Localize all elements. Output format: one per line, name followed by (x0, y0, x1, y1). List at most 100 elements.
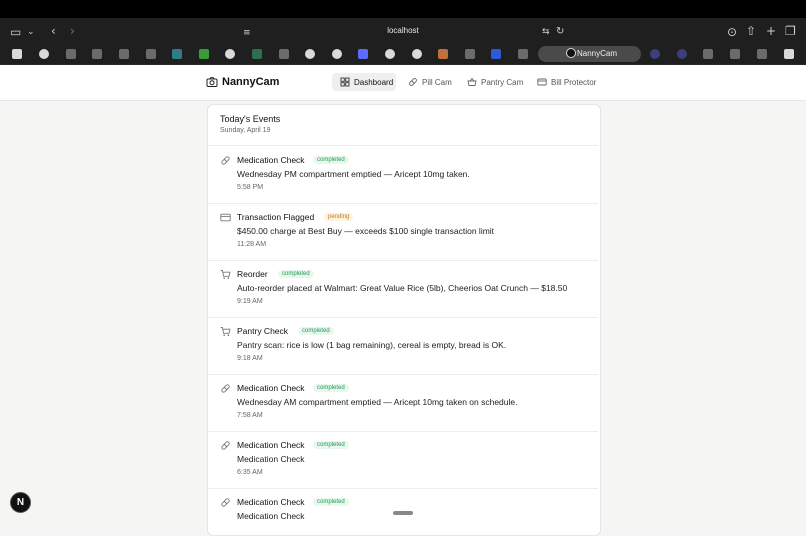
event-title: Reorder (237, 269, 268, 279)
pill-icon (221, 384, 230, 393)
nav-dashboard[interactable]: Dashboard (332, 73, 396, 91)
cart-icon (220, 270, 231, 279)
share-icon[interactable]: ⇧ (746, 25, 756, 37)
reload-icon[interactable]: ↻ (556, 26, 564, 38)
tab-favicon[interactable] (385, 49, 395, 59)
os-menubar (0, 0, 806, 18)
tab-favicon[interactable] (12, 49, 22, 59)
card-icon (537, 78, 547, 86)
events-title: Today's Events (220, 114, 281, 124)
status-badge: completed (313, 441, 349, 449)
tab-favicon[interactable] (39, 49, 49, 59)
tab-favicon[interactable] (518, 49, 528, 59)
tab-favicon[interactable] (784, 49, 794, 59)
pill-icon (221, 498, 230, 507)
tab-favicon[interactable] (757, 49, 767, 59)
tab-favicon[interactable] (650, 49, 660, 59)
download-icon[interactable]: ⊙ (727, 26, 737, 38)
cart-icon (220, 327, 231, 336)
divider (208, 145, 598, 146)
row-divider (208, 488, 598, 489)
event-time: 11:28 AM (237, 241, 267, 248)
pill-icon (221, 441, 230, 450)
nav-label: Pill Cam (422, 77, 452, 87)
tab-favicon[interactable] (332, 49, 342, 59)
nav-label: Dashboard (354, 77, 394, 87)
row-divider (208, 431, 598, 432)
nav-pill-cam[interactable]: Pill Cam (400, 73, 456, 91)
tab-favicon[interactable] (358, 49, 368, 59)
tab-favicon[interactable] (199, 49, 209, 59)
card-icon (220, 213, 231, 222)
camera-icon (206, 77, 218, 87)
status-badge: completed (313, 498, 349, 506)
scroll-indicator (393, 511, 413, 515)
tab-favicon[interactable] (119, 49, 129, 59)
event-time: 5:58 PM (237, 184, 264, 191)
tab-overview-icon[interactable]: ❐ (785, 25, 796, 37)
status-badge: completed (313, 156, 349, 164)
app-brand[interactable]: NannyCam (222, 76, 279, 88)
event-title: Medication Check (237, 155, 305, 165)
tab-favicon[interactable] (92, 49, 102, 59)
tab-favicon[interactable] (305, 49, 315, 59)
event-time: 9:19 AM (237, 298, 263, 305)
event-time: 6:35 AM (237, 469, 263, 476)
tab-favicon[interactable] (225, 49, 235, 59)
event-description: Wednesday AM compartment emptied — Arice… (237, 397, 518, 407)
tab-favicon[interactable] (438, 49, 448, 59)
tab-favicon[interactable] (172, 49, 182, 59)
status-badge: completed (278, 270, 314, 278)
event-title: Medication Check (237, 497, 305, 507)
tab-favicon[interactable] (412, 49, 422, 59)
status-badge: completed (313, 384, 349, 392)
tab-favicon[interactable] (730, 49, 740, 59)
tab-favicon[interactable] (146, 49, 156, 59)
tab-favicon[interactable] (279, 49, 289, 59)
back-icon[interactable]: ‹ (51, 25, 56, 37)
event-title: Medication Check (237, 440, 305, 450)
grid-icon (340, 77, 350, 87)
row-divider (208, 260, 598, 261)
row-divider (208, 374, 598, 375)
tab-favicon[interactable] (703, 49, 713, 59)
event-title: Transaction Flagged (237, 212, 315, 222)
page-menu-icon[interactable]: ≡ (243, 27, 251, 39)
tab-favicon[interactable] (677, 49, 687, 59)
event-description: Medication Check (237, 454, 305, 464)
event-description: Medication Check (237, 511, 305, 521)
status-badge: pending (324, 213, 354, 221)
nav-pantry-cam[interactable]: Pantry Cam (459, 73, 525, 91)
event-description: $450.00 charge at Best Buy — exceeds $10… (237, 226, 495, 236)
event-time: 7:58 AM (237, 412, 263, 419)
events-date: Sunday, April 19 (220, 127, 271, 134)
event-description: Wednesday PM compartment emptied — Arice… (237, 169, 470, 179)
basket-icon (467, 77, 477, 86)
active-tab-label: NannyCam (577, 49, 618, 58)
tab-favicon[interactable] (491, 49, 501, 59)
sidebar-toggle-icon[interactable]: ▭ (10, 26, 21, 38)
event-title: Pantry Check (237, 326, 289, 336)
active-tab-favicon (566, 48, 576, 58)
nav-bill-protector[interactable]: Bill Protector (529, 73, 615, 91)
forward-icon[interactable]: › (70, 25, 75, 37)
event-title: Medication Check (237, 383, 305, 393)
avatar[interactable]: N (10, 492, 31, 513)
new-tab-icon[interactable]: + (766, 25, 776, 37)
tab-favicon[interactable] (66, 49, 76, 59)
event-description: Pantry scan: rice is low (1 bag remainin… (237, 340, 507, 350)
event-description: Auto-reorder placed at Walmart: Great Va… (237, 283, 568, 293)
status-badge: completed (298, 327, 334, 335)
nav-label: Bill Protector (551, 77, 597, 87)
row-divider (208, 317, 598, 318)
row-divider (208, 203, 598, 204)
translate-icon[interactable]: ⇆ (542, 26, 550, 38)
tab-favicon[interactable] (252, 49, 262, 59)
nav-label: Pantry Cam (481, 77, 524, 87)
chevron-down-icon[interactable]: ⌄ (27, 26, 35, 38)
event-time: 9:18 AM (237, 355, 263, 362)
pill-icon (409, 78, 417, 86)
tab-favicon[interactable] (465, 49, 475, 59)
address-bar[interactable]: localhost (380, 26, 426, 35)
pill-icon (221, 156, 230, 165)
